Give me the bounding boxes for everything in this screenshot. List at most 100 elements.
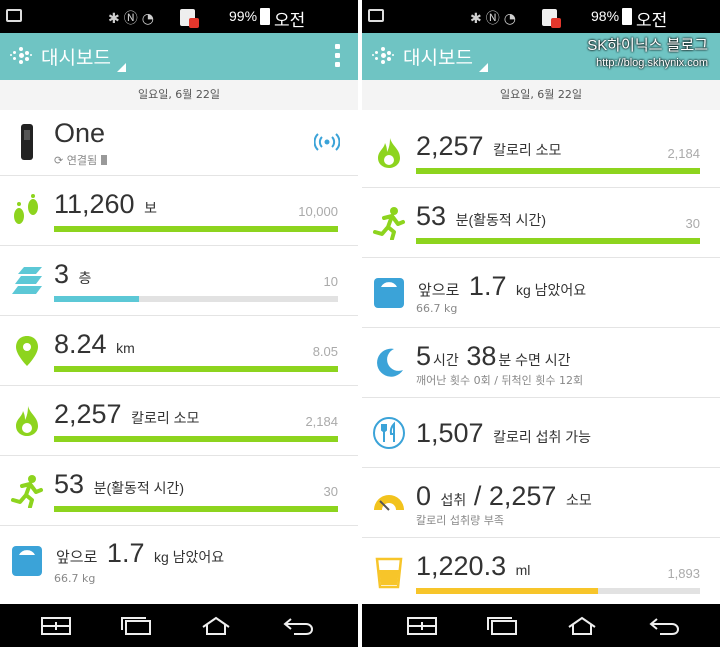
app-bar: 대시보드 (0, 33, 358, 80)
battery-small-icon (100, 155, 107, 165)
overflow-menu-icon[interactable] (335, 44, 340, 68)
calories-progress-fill (54, 436, 338, 442)
watermark-url: http://blog.skhynix.com (596, 56, 708, 69)
active-minutes-value: 53 분(활동적 시간) (416, 201, 547, 231)
fitbit-logo-icon[interactable] (10, 47, 32, 67)
calorie-balance-detail: 칼로리 섭취량 부족 (416, 514, 504, 527)
distance-progress-bar (54, 366, 338, 372)
status-bar: ✱Ⓝ◔ 98% 오전 12:47 (362, 0, 720, 51)
steps-progress-fill (54, 226, 338, 232)
distance-goal: 8.05 (312, 344, 338, 359)
back-icon[interactable] (648, 616, 680, 636)
battery-icon (622, 8, 632, 25)
home-icon[interactable] (200, 616, 232, 636)
food-row[interactable]: 1,507 칼로리 섭취 가능 (362, 398, 720, 468)
battery-percent: 98% (591, 8, 620, 24)
error-badge-icon (551, 18, 561, 28)
system-icons: ✱Ⓝ◔ (470, 8, 520, 28)
calories-row[interactable]: 2,257 칼로리 소모 2,184 (0, 386, 358, 456)
active-minutes-progress-fill (416, 238, 700, 244)
scale-icon (374, 278, 404, 308)
wireless-sync-icon[interactable] (314, 132, 340, 152)
steps-row[interactable]: 11,260 보 10,000 (0, 176, 358, 246)
bluetooth-icon: ✱ (108, 11, 124, 27)
water-value: 1,220.3 ml (416, 551, 531, 581)
wifi-icon: ◔ (141, 11, 158, 27)
active-minutes-row[interactable]: 53 분(활동적 시간) 30 (0, 456, 358, 526)
floors-value: 3 층 (54, 259, 92, 289)
error-badge-icon (189, 18, 199, 28)
nav-bar (0, 604, 358, 647)
device-row[interactable]: One ⟳ 연결됨 (0, 110, 358, 176)
calories-progress-fill (416, 168, 700, 174)
back-icon[interactable] (282, 616, 314, 636)
calories-row[interactable]: 2,257 칼로리 소모 2,184 (362, 118, 720, 188)
distance-progress-fill (54, 366, 338, 372)
steps-progress-bar (54, 226, 338, 232)
water-row[interactable]: 1,220.3 ml 1,893 (362, 538, 720, 604)
active-minutes-progress-bar (54, 506, 338, 512)
watermark-brand: SK하이닉스 블로그 (587, 37, 708, 54)
page-title[interactable]: 대시보드 (41, 43, 111, 70)
multitask-icon[interactable] (406, 616, 438, 636)
stairs-icon (12, 267, 42, 294)
food-value: 1,507 칼로리 섭취 가능 (416, 418, 592, 448)
image-icon (6, 9, 22, 22)
footsteps-icon (14, 194, 38, 224)
floors-row[interactable]: 3 층 10 (0, 246, 358, 316)
running-icon (373, 207, 405, 240)
image-icon (368, 9, 384, 22)
weight-row[interactable]: 앞으로 1.7 kg 남았어요 66.7 kg (0, 526, 358, 604)
recent-apps-icon[interactable] (486, 616, 518, 636)
phone-screen-right: ✱Ⓝ◔ 98% 오전 12:47 대시보드 SK하이닉스 블로그 http://… (362, 0, 720, 647)
home-icon[interactable] (566, 616, 598, 636)
dropdown-indicator-icon (117, 63, 126, 72)
sleep-detail: 깨어난 횟수 0회 / 뒤척인 횟수 12회 (416, 374, 584, 387)
app-bar: 대시보드 SK하이닉스 블로그 http://blog.skhynix.com (362, 33, 720, 80)
floors-progress-bar (54, 296, 338, 302)
watermark: SK하이닉스 블로그 http://blog.skhynix.com (587, 37, 708, 69)
calories-progress-bar (416, 168, 700, 174)
flame-icon (378, 138, 400, 168)
wifi-icon: ◔ (503, 11, 520, 27)
sync-icon: ⟳ (54, 154, 64, 167)
steps-value: 11,260 보 (54, 189, 157, 219)
distance-value: 8.24 km (54, 329, 135, 359)
running-icon (11, 475, 43, 508)
bluetooth-icon: ✱ (470, 11, 486, 27)
weight-row[interactable]: 앞으로 1.7 kg 남았어요 66.7 kg (362, 258, 720, 328)
recent-apps-icon[interactable] (120, 616, 152, 636)
battery-icon (260, 8, 270, 25)
active-minutes-row[interactable]: 53 분(활동적 시간) 30 (362, 188, 720, 258)
steps-goal: 10,000 (298, 204, 338, 219)
page-title[interactable]: 대시보드 (403, 43, 473, 70)
fork-knife-icon (373, 417, 405, 449)
status-bar: ✱Ⓝ◔ 99% 오전 12:44 (0, 0, 358, 51)
scale-icon (12, 546, 42, 576)
sleep-row[interactable]: 5 시간 38 분 수면 시간 깨어난 횟수 0회 / 뒤척인 횟수 12회 (362, 328, 720, 398)
phone-screen-left: ✱Ⓝ◔ 99% 오전 12:44 대시보드 일요일, 6월 22일 (0, 0, 358, 647)
gauge-icon (374, 495, 404, 511)
nfc-icon: Ⓝ (123, 11, 142, 27)
active-minutes-goal: 30 (323, 484, 338, 499)
date-header: 일요일, 6월 22일 (362, 80, 720, 110)
calories-goal: 2,184 (305, 414, 338, 429)
sleep-value: 5 시간 38 분 수면 시간 (416, 341, 571, 371)
calorie-balance-row[interactable]: 0 섭취 / 2,257 소모 칼로리 섭취량 부족 (362, 468, 720, 538)
device-status: ⟳ 연결됨 (54, 152, 107, 168)
water-glass-icon (375, 557, 403, 589)
flame-icon (16, 406, 38, 436)
system-icons: ✱Ⓝ◔ (108, 8, 158, 28)
weight-current: 66.7 kg (54, 572, 96, 585)
multitask-icon[interactable] (40, 616, 72, 636)
distance-row[interactable]: 8.24 km 8.05 (0, 316, 358, 386)
location-pin-icon (16, 336, 38, 366)
battery-percent: 99% (229, 8, 258, 24)
active-minutes-progress-fill (54, 506, 338, 512)
floors-goal: 10 (323, 274, 338, 289)
calories-value: 2,257 칼로리 소모 (416, 131, 562, 161)
active-minutes-goal: 30 (685, 216, 700, 231)
weight-current: 66.7 kg (416, 302, 458, 315)
active-minutes-value: 53 분(활동적 시간) (54, 469, 185, 499)
fitbit-logo-icon[interactable] (372, 47, 394, 67)
